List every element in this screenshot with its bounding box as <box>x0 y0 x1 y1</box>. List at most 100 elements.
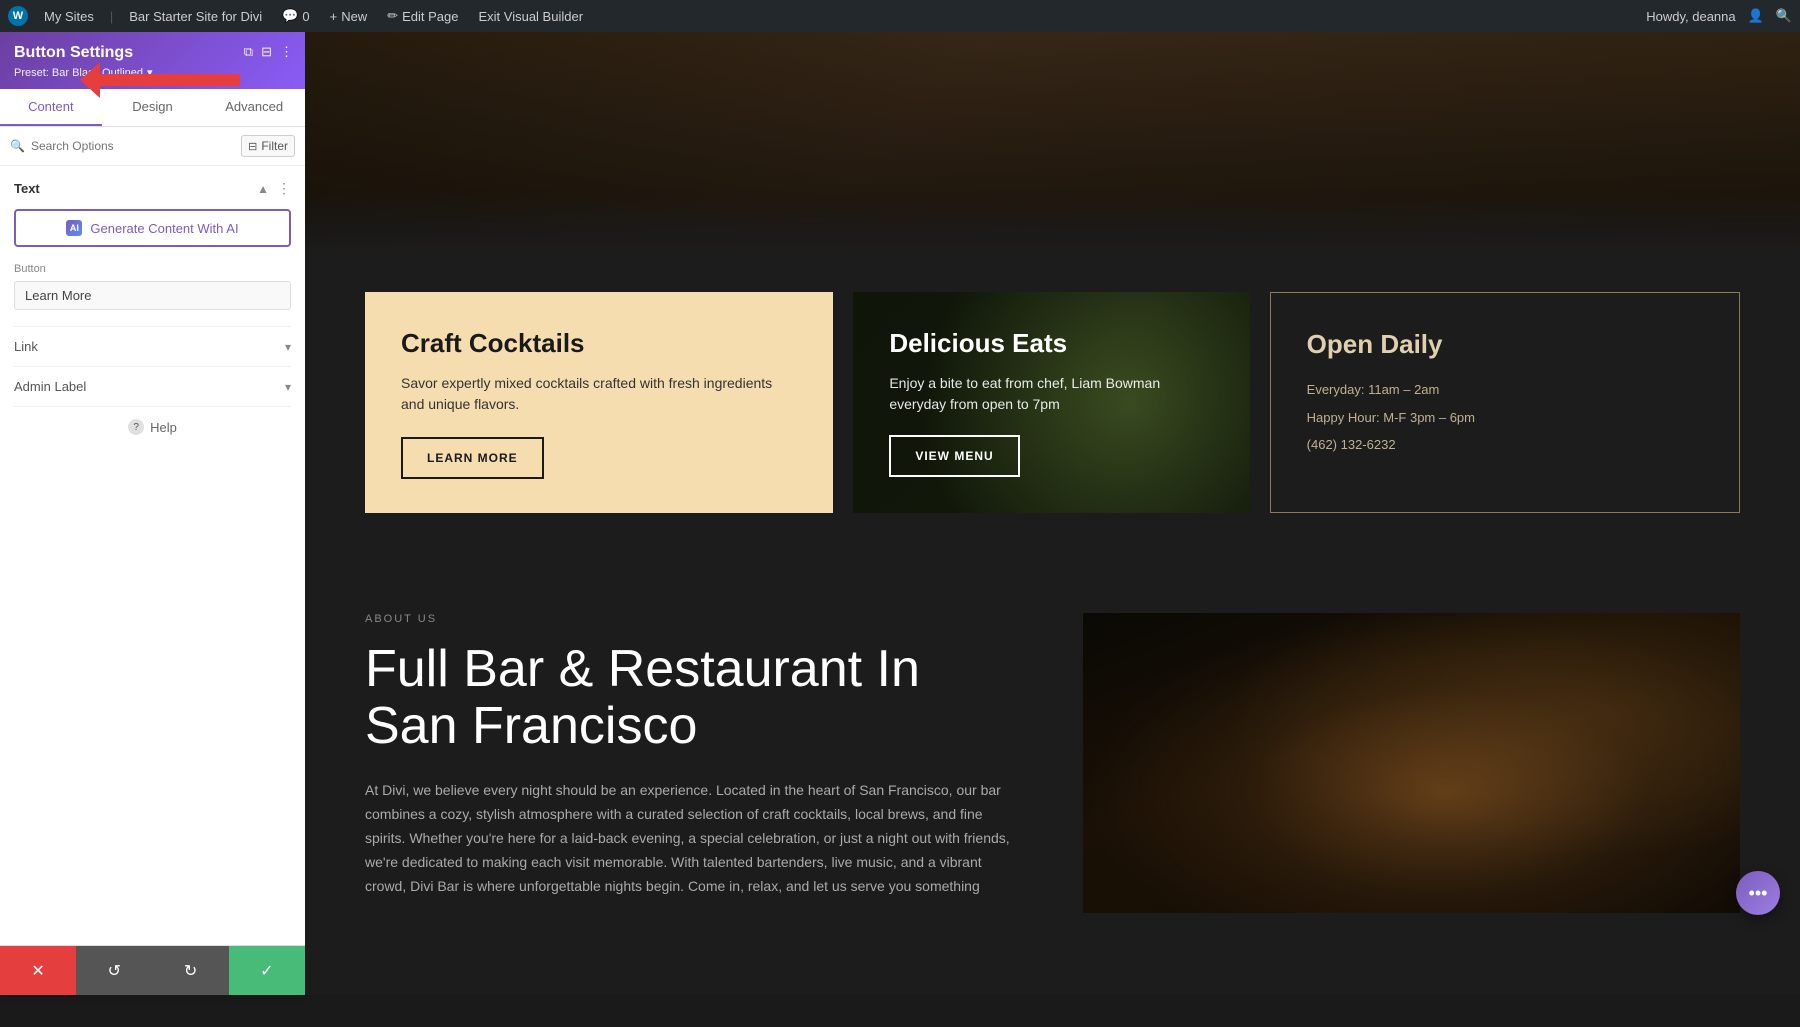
greeting-text: Howdy, deanna <box>1646 9 1735 24</box>
cocktails-card-desc: Savor expertly mixed cocktails crafted w… <box>401 373 797 415</box>
bottom-action-bar: ✕ ↺ ↻ ✓ <box>0 945 305 995</box>
panel-preset: Preset: Bar Black Outlined ▾ <box>14 66 291 79</box>
cancel-button[interactable]: ✕ <box>0 946 76 995</box>
search-options-input[interactable] <box>31 139 235 153</box>
view-menu-label: VIEW MENU <box>915 449 993 463</box>
eats-card-desc: Enjoy a bite to eat from chef, Liam Bowm… <box>889 373 1213 415</box>
link-chevron-icon: ▾ <box>285 340 291 354</box>
sidebar-panel: Button Settings Preset: Bar Black Outlin… <box>0 32 305 995</box>
ai-generate-button[interactable]: AI Generate Content With AI <box>14 209 291 247</box>
admin-label-section-header[interactable]: Admin Label ▾ <box>14 379 291 394</box>
link-label: Link <box>14 339 38 354</box>
filter-button[interactable]: ⊟ Filter <box>241 135 295 157</box>
learn-more-button[interactable]: LEARN MORE <box>401 437 544 479</box>
comments-link[interactable]: 💬 0 <box>278 8 313 24</box>
help-section[interactable]: ? Help <box>14 406 291 447</box>
ai-generate-label: Generate Content With AI <box>90 221 238 236</box>
hours-card-title: Open Daily <box>1307 329 1703 360</box>
website-content: Craft Cocktails Savor expertly mixed coc… <box>305 32 1800 995</box>
admin-label-chevron-icon: ▾ <box>285 380 291 394</box>
tab-design[interactable]: Design <box>102 89 204 126</box>
panel-tabs: Content Design Advanced <box>0 89 305 127</box>
site-name[interactable]: Bar Starter Site for Divi <box>125 9 266 24</box>
eats-card-title: Delicious Eats <box>889 328 1213 359</box>
button-field-label: Button <box>14 263 291 275</box>
cards-section: Craft Cocktails Savor expertly mixed coc… <box>305 252 1800 553</box>
exit-builder-label: Exit Visual Builder <box>478 9 583 24</box>
tab-content[interactable]: Content <box>0 89 102 126</box>
preset-label: Preset: Bar Black Outlined <box>14 67 143 79</box>
search-icon: 🔍 <box>10 139 25 153</box>
help-icon: ? <box>128 419 144 435</box>
text-label: Text <box>14 181 40 196</box>
hours-line-3: (462) 132-6232 <box>1307 435 1703 455</box>
save-icon: ✓ <box>260 961 273 981</box>
undo-icon: ↺ <box>108 961 121 981</box>
text-section-collapse-icon[interactable]: ▲ <box>257 182 269 196</box>
split-icon[interactable]: ⊟ <box>261 44 272 60</box>
filter-icon: ⊟ <box>248 140 257 153</box>
link-section: Link ▾ <box>14 326 291 354</box>
redo-button[interactable]: ↻ <box>153 946 229 995</box>
button-text-input[interactable] <box>14 281 291 310</box>
new-label: New <box>341 9 367 24</box>
save-button[interactable]: ✓ <box>229 946 305 995</box>
admin-label-text: Admin Label <box>14 379 86 394</box>
fab-icon: ••• <box>1749 883 1768 904</box>
eats-card: Delicious Eats Enjoy a bite to eat from … <box>853 292 1249 513</box>
separator: | <box>110 9 113 24</box>
text-section-title: Text <box>14 181 40 196</box>
user-avatar: 👤 <box>1748 8 1764 24</box>
filter-label: Filter <box>261 139 288 153</box>
text-section-menu-icon[interactable]: ⋮ <box>277 180 291 197</box>
panel-content: Text ▲ ⋮ AI Generate Content With AI But… <box>0 166 305 945</box>
plus-icon: + <box>330 9 338 24</box>
about-image <box>1083 613 1741 913</box>
search-bar: 🔍 ⊟ Filter <box>0 127 305 166</box>
cancel-icon: ✕ <box>31 961 44 981</box>
eats-card-content: Delicious Eats Enjoy a bite to eat from … <box>853 292 1249 513</box>
comment-count: 0 <box>302 9 309 24</box>
wp-logo-icon[interactable]: W <box>8 6 28 26</box>
search-icon[interactable]: 🔍 <box>1776 8 1792 24</box>
edit-page-label: Edit Page <box>402 9 458 24</box>
my-sites-label: My Sites <box>44 9 94 24</box>
admin-bar-right: Howdy, deanna 👤 🔍 <box>1646 8 1792 24</box>
my-sites-menu[interactable]: My Sites <box>40 9 98 24</box>
hours-line-1: Everyday: 11am – 2am <box>1307 380 1703 400</box>
hero-section <box>305 32 1800 252</box>
redo-icon: ↻ <box>184 961 197 981</box>
new-link[interactable]: + New <box>326 9 372 24</box>
pencil-icon: ✏ <box>387 8 398 24</box>
cocktails-card-title: Craft Cocktails <box>401 328 797 359</box>
undo-button[interactable]: ↺ <box>76 946 152 995</box>
learn-more-label: LEARN MORE <box>427 451 518 465</box>
copy-icon[interactable]: ⧉ <box>244 44 253 60</box>
tab-advanced[interactable]: Advanced <box>203 89 305 126</box>
main-layout: Button Settings Preset: Bar Black Outlin… <box>0 32 1800 995</box>
panel-header: Button Settings Preset: Bar Black Outlin… <box>0 32 305 89</box>
link-section-header[interactable]: Link ▾ <box>14 339 291 354</box>
help-label: Help <box>150 420 177 435</box>
about-title: Full Bar & Restaurant In San Francisco <box>365 641 1023 755</box>
preset-arrow-icon: ▾ <box>147 66 153 79</box>
more-icon[interactable]: ⋮ <box>280 44 293 60</box>
exit-builder-link[interactable]: Exit Visual Builder <box>474 9 587 24</box>
panel-header-actions: ⧉ ⊟ ⋮ <box>244 44 293 60</box>
ai-logo-icon: AI <box>66 220 82 236</box>
site-name-label: Bar Starter Site for Divi <box>129 9 262 24</box>
admin-label-section: Admin Label ▾ <box>14 366 291 394</box>
hours-card: Open Daily Everyday: 11am – 2am Happy Ho… <box>1270 292 1740 513</box>
about-section-label: ABOUT US <box>365 613 1023 625</box>
hours-line-2: Happy Hour: M-F 3pm – 6pm <box>1307 408 1703 428</box>
floating-action-button[interactable]: ••• <box>1736 871 1780 915</box>
about-text-content: ABOUT US Full Bar & Restaurant In San Fr… <box>365 613 1023 913</box>
view-menu-button[interactable]: VIEW MENU <box>889 435 1019 477</box>
comment-icon: 💬 <box>282 8 298 24</box>
edit-page-link[interactable]: ✏ Edit Page <box>383 8 462 24</box>
admin-bar: W My Sites | Bar Starter Site for Divi 💬… <box>0 0 1800 32</box>
about-description: At Divi, we believe every night should b… <box>365 779 1023 898</box>
cocktails-card: Craft Cocktails Savor expertly mixed coc… <box>365 292 833 513</box>
about-section: ABOUT US Full Bar & Restaurant In San Fr… <box>305 553 1800 973</box>
text-section-header: Text ▲ ⋮ <box>14 180 291 197</box>
